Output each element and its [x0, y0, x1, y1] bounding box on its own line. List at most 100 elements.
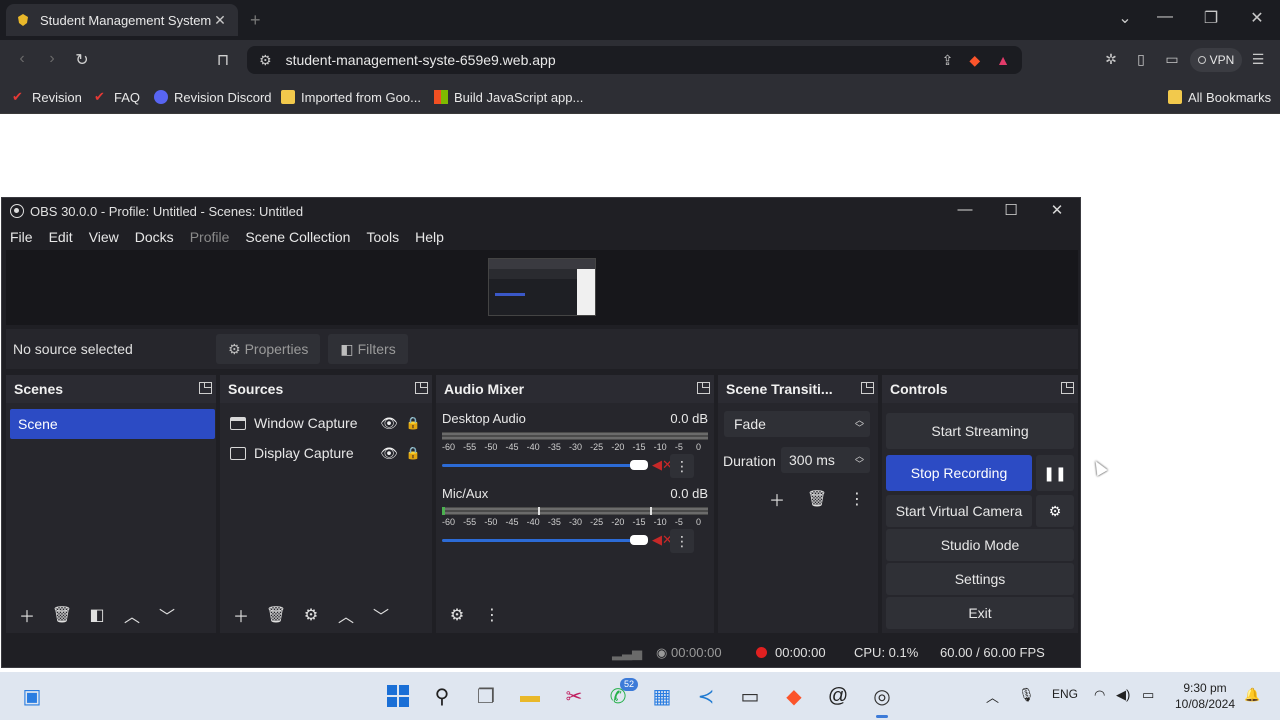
new-tab-icon[interactable]: + — [250, 10, 261, 31]
scene-filters-icon[interactable]: ◧ — [82, 601, 112, 629]
undock-icon[interactable] — [1061, 382, 1074, 394]
source-item-display-capture[interactable]: Display Capture 👁 🔒 — [230, 441, 425, 465]
extensions-icon[interactable]: ✲ — [1101, 51, 1121, 68]
file-explorer-icon[interactable]: ▬ — [516, 682, 544, 710]
obs-taskbar-icon[interactable]: ◎ — [868, 682, 896, 710]
move-scene-up-icon[interactable]: ︿ — [117, 601, 147, 629]
menu-edit[interactable]: Edit — [49, 229, 73, 245]
add-source-icon[interactable]: ＋ — [226, 601, 256, 629]
virtual-camera-settings-button[interactable]: ⚙ — [1036, 495, 1074, 527]
preview-canvas[interactable] — [6, 250, 1078, 325]
mixer-menu-icon[interactable]: ⋮ — [477, 601, 507, 629]
undock-icon[interactable] — [861, 382, 874, 394]
channel-menu-icon[interactable]: ⋮ — [670, 529, 694, 553]
bookmark-folder-imported[interactable]: Imported from Goo... — [281, 88, 421, 106]
volume-slider[interactable] — [442, 534, 648, 545]
advanced-audio-icon[interactable]: ⚙ — [442, 601, 472, 629]
all-bookmarks[interactable]: All Bookmarks — [1168, 88, 1271, 106]
close-icon[interactable]: ✕ — [1242, 8, 1272, 28]
move-scene-down-icon[interactable]: ﹀ — [152, 601, 182, 629]
brave-rewards-icon[interactable]: ▲ — [996, 52, 1010, 68]
volume-slider[interactable] — [442, 459, 648, 470]
scene-list-item[interactable]: Scene — [10, 409, 215, 439]
battery-icon[interactable]: ▭ — [1142, 687, 1154, 703]
tray-overflow-icon[interactable]: ︿ — [986, 687, 999, 706]
start-streaming-button[interactable]: Start Streaming — [886, 413, 1074, 449]
menu-docks[interactable]: Docks — [135, 229, 174, 245]
remove-scene-icon[interactable]: 🗑 — [47, 601, 77, 629]
microsoft-store-icon[interactable]: ▦ — [648, 682, 676, 710]
remove-transition-icon[interactable]: 🗑 — [802, 485, 832, 513]
visibility-eye-icon[interactable]: 👁 — [377, 415, 401, 432]
studio-mode-button[interactable]: Studio Mode — [886, 529, 1074, 561]
visibility-eye-icon[interactable]: 👁 — [377, 445, 401, 462]
obs-maximize-icon[interactable]: ☐ — [996, 201, 1026, 219]
bookmark-revision[interactable]: ✔ Revision — [12, 88, 82, 106]
microphone-icon[interactable]: 🎙 — [1018, 687, 1035, 703]
source-item-window-capture[interactable]: Window Capture 👁 🔒 — [230, 411, 425, 435]
minimize-icon[interactable]: — — [1150, 8, 1180, 26]
browser-tab[interactable]: Student Management System ✕ — [6, 4, 238, 36]
clock[interactable]: 9:30 pm 10/08/2024 — [1172, 680, 1238, 712]
search-icon[interactable]: ⚲ — [428, 682, 456, 710]
brave-browser-icon[interactable]: ◆ — [780, 682, 808, 710]
undock-icon[interactable] — [415, 382, 428, 394]
threads-icon[interactable]: @ — [824, 682, 852, 710]
lock-icon[interactable]: 🔒 — [401, 446, 425, 460]
filters-button[interactable]: ◧ Filters — [328, 334, 408, 364]
menu-file[interactable]: File — [10, 229, 33, 245]
source-properties-icon[interactable]: ⚙ — [296, 601, 326, 629]
address-bar[interactable]: ⚙ student-management-syste-659e9.web.app… — [247, 46, 1022, 74]
brave-shields-icon[interactable]: ◆ — [969, 52, 980, 69]
settings-button[interactable]: Settings — [886, 563, 1074, 595]
share-icon[interactable]: ⇪ — [942, 52, 954, 69]
terminal-icon[interactable]: ▭ — [736, 682, 764, 710]
start-virtual-camera-button[interactable]: Start Virtual Camera — [886, 495, 1032, 527]
move-source-down-icon[interactable]: ﹀ — [366, 601, 396, 629]
remove-source-icon[interactable]: 🗑 — [261, 601, 291, 629]
move-source-up-icon[interactable]: ︿ — [331, 601, 361, 629]
menu-tools[interactable]: Tools — [366, 229, 399, 245]
menu-scene-collection[interactable]: Scene Collection — [245, 229, 350, 245]
menu-help[interactable]: Help — [415, 229, 444, 245]
menu-view[interactable]: View — [89, 229, 119, 245]
duration-spinbox[interactable]: 300 ms ︿ ﹀ — [781, 447, 870, 473]
restore-icon[interactable]: ❐ — [1196, 8, 1226, 28]
obs-minimize-icon[interactable]: — — [950, 201, 980, 218]
forward-icon[interactable]: › — [42, 50, 62, 68]
bookmark-icon[interactable]: ⊓ — [213, 50, 233, 70]
undock-icon[interactable] — [199, 382, 212, 394]
volume-icon[interactable]: ◀) — [1116, 687, 1130, 703]
transition-select[interactable]: Fade ︿ ﹀ — [724, 411, 870, 437]
bookmark-build-javascript[interactable]: Build JavaScript app... — [434, 88, 583, 106]
undock-icon[interactable] — [697, 382, 710, 394]
language-indicator[interactable]: ENG — [1052, 687, 1078, 701]
channel-menu-icon[interactable]: ⋮ — [670, 454, 694, 478]
volume-slider-handle[interactable] — [630, 534, 648, 545]
volume-slider-handle[interactable] — [630, 459, 648, 470]
widgets-icon[interactable]: ▣ — [18, 682, 46, 710]
menu-profile[interactable]: Profile — [190, 229, 230, 245]
task-view-icon[interactable]: ❐ — [472, 682, 500, 710]
vscode-icon[interactable]: ≺ — [692, 682, 720, 710]
back-icon[interactable]: ‹ — [12, 50, 32, 68]
add-transition-icon[interactable]: ＋ — [762, 485, 792, 513]
bookmark-faq[interactable]: ✔ FAQ — [94, 88, 140, 106]
properties-button[interactable]: ⚙ Properties — [216, 334, 321, 364]
obs-close-icon[interactable]: ✕ — [1042, 201, 1072, 219]
notification-bell-icon[interactable]: 🔔 — [1244, 687, 1260, 703]
start-button[interactable] — [384, 682, 412, 710]
sidebar-icon[interactable]: ▯ — [1131, 51, 1151, 68]
add-scene-icon[interactable]: ＋ — [12, 601, 42, 629]
exit-button[interactable]: Exit — [886, 597, 1074, 629]
vpn-button[interactable]: VPN — [1190, 48, 1242, 72]
reload-icon[interactable]: ↻ — [72, 50, 92, 70]
site-info-icon[interactable]: ⚙ — [259, 52, 272, 69]
transition-menu-icon[interactable]: ⋮ — [842, 485, 872, 513]
lock-icon[interactable]: 🔒 — [401, 416, 425, 430]
wifi-icon[interactable]: ◠ — [1094, 687, 1105, 703]
chevron-updown-icon[interactable]: ︿ ﹀ — [855, 452, 864, 469]
tab-search-icon[interactable]: ⌄ — [1110, 8, 1140, 28]
tab-close-icon[interactable]: ✕ — [212, 12, 228, 29]
snipping-tool-icon[interactable]: ✂ — [560, 682, 588, 710]
